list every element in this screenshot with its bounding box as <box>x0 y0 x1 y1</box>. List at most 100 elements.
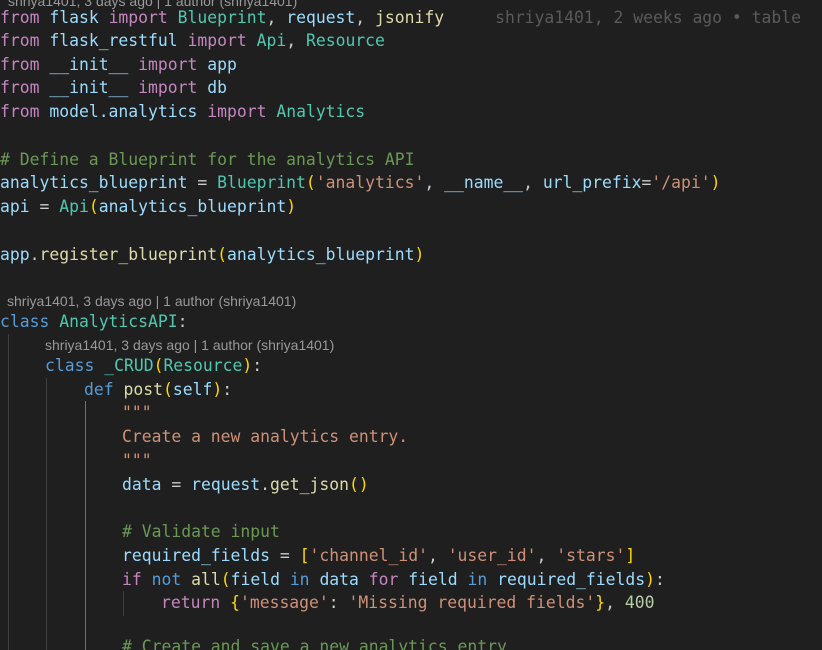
code-token: flask <box>39 8 109 27</box>
code-token: flask_restful <box>39 31 188 50</box>
code-line[interactable]: # Create and save a new analytics entry <box>0 635 822 650</box>
codelens-blame[interactable]: shriya1401, 3 days ago | 1 author (shriy… <box>7 292 296 310</box>
code-token: data <box>319 570 359 589</box>
code-token: analytics_blueprint <box>0 173 188 192</box>
code-token: ( <box>220 570 231 589</box>
code-line[interactable]: """ <box>0 401 822 425</box>
code-token: = <box>161 475 192 494</box>
code-token: return <box>161 593 221 612</box>
code-token: Resource <box>305 31 385 50</box>
code-line[interactable]: class _CRUD(Resource): <box>0 354 822 378</box>
code-line-content: app.register_blueprint(analytics_bluepri… <box>0 243 424 267</box>
code-token: ( <box>153 356 164 375</box>
code-token: import <box>187 31 247 50</box>
code-token: # Validate input <box>122 522 280 541</box>
code-token: Analytics <box>276 102 366 121</box>
code-line[interactable]: data = request.get_json() <box>0 473 822 497</box>
code-token: request <box>191 475 261 494</box>
code-line[interactable]: class AnalyticsAPI: <box>0 310 822 334</box>
inline-git-blame: shriya1401, 2 weeks ago • table <box>495 8 801 27</box>
code-line[interactable]: api = Api(analytics_blueprint) <box>0 195 822 219</box>
code-token: in <box>289 570 310 589</box>
code-line[interactable]: # Validate input <box>0 520 822 544</box>
code-token: from <box>0 102 40 121</box>
code-token: , <box>424 173 445 192</box>
code-token: : <box>252 356 263 375</box>
code-token: def <box>84 380 114 399</box>
code-line[interactable]: from flask_restful import Api, Resource <box>0 29 822 53</box>
code-token: required_fields <box>497 570 646 589</box>
code-token: get_json <box>270 475 349 494</box>
code-token: import <box>108 8 168 27</box>
code-line[interactable]: app.register_blueprint(analytics_bluepri… <box>0 243 822 267</box>
code-line[interactable]: analytics_blueprint = Blueprint('analyti… <box>0 171 822 195</box>
code-token: data <box>122 475 162 494</box>
code-line[interactable]: def post(self): <box>0 378 822 402</box>
code-token: Create a new analytics entry. <box>122 427 409 446</box>
code-token: '/api' <box>651 173 711 192</box>
code-line-content: from __init__ import db <box>0 76 227 100</box>
code-token: # Define a Blueprint for the analytics A… <box>0 150 415 169</box>
code-token: ) <box>242 356 253 375</box>
code-line[interactable]: from __init__ import db <box>0 76 822 100</box>
code-token: = <box>641 173 652 192</box>
code-token: not <box>151 570 182 589</box>
code-line-content: if not all(field in data for field in re… <box>122 568 665 592</box>
code-token: """ <box>122 451 152 470</box>
code-token: all <box>191 570 221 589</box>
code-line[interactable]: from __init__ import app <box>0 53 822 77</box>
code-line-content: # Define a Blueprint for the analytics A… <box>0 148 414 172</box>
code-line[interactable]: """ <box>0 449 822 473</box>
code-token: : <box>222 380 233 399</box>
code-token: , <box>523 173 543 192</box>
code-token: _CRUD <box>104 356 154 375</box>
code-token: ) <box>710 173 721 192</box>
code-token: from <box>0 55 40 74</box>
code-token: = <box>29 197 60 216</box>
code-line-content: """ <box>122 449 152 473</box>
code-token: analytics_blueprint <box>98 197 287 216</box>
code-line[interactable]: if not all(field in data for field in re… <box>0 568 822 592</box>
code-line-content: return {'message': 'Missing required fie… <box>161 591 654 615</box>
code-token: __init__ <box>39 55 139 74</box>
code-token: , <box>427 546 448 565</box>
code-token: request <box>286 8 356 27</box>
codelens-blame[interactable]: shriya1401, 3 days ago | 1 author (shriy… <box>45 336 334 354</box>
code-line-content: from model.analytics import Analytics <box>0 100 365 124</box>
code-token: , <box>536 546 557 565</box>
code-line[interactable]: from flask import Blueprint, request, js… <box>0 6 822 30</box>
code-token: ( <box>217 245 227 264</box>
code-token: in <box>467 570 488 589</box>
code-token: ( <box>162 380 173 399</box>
code-token: jsonify <box>375 8 445 27</box>
code-token: 400 <box>624 593 655 612</box>
code-line-content: # Create and save a new analytics entry <box>122 635 507 650</box>
code-editor[interactable]: shriya1401, 3 days ago | 1 author (shriy… <box>0 0 822 650</box>
code-line-content: # Validate input <box>122 520 280 544</box>
code-token: if <box>122 570 142 589</box>
code-line[interactable]: required_fields = ['channel_id', 'user_i… <box>0 544 822 568</box>
code-token: """ <box>122 403 152 422</box>
code-token: class <box>0 312 50 331</box>
code-token: import <box>138 55 198 74</box>
code-line[interactable]: # Define a Blueprint for the analytics A… <box>0 148 822 172</box>
code-token: from <box>0 78 40 97</box>
code-token: ( <box>88 197 99 216</box>
code-line[interactable]: from model.analytics import Analytics <box>0 100 822 124</box>
code-line[interactable]: return {'message': 'Missing required fie… <box>0 591 822 615</box>
code-token: . <box>260 475 271 494</box>
code-line-content: from flask import Blueprint, request, js… <box>0 6 444 30</box>
code-token: ] <box>625 546 636 565</box>
code-token: . <box>29 245 40 264</box>
code-line[interactable]: Create a new analytics entry. <box>0 425 822 449</box>
